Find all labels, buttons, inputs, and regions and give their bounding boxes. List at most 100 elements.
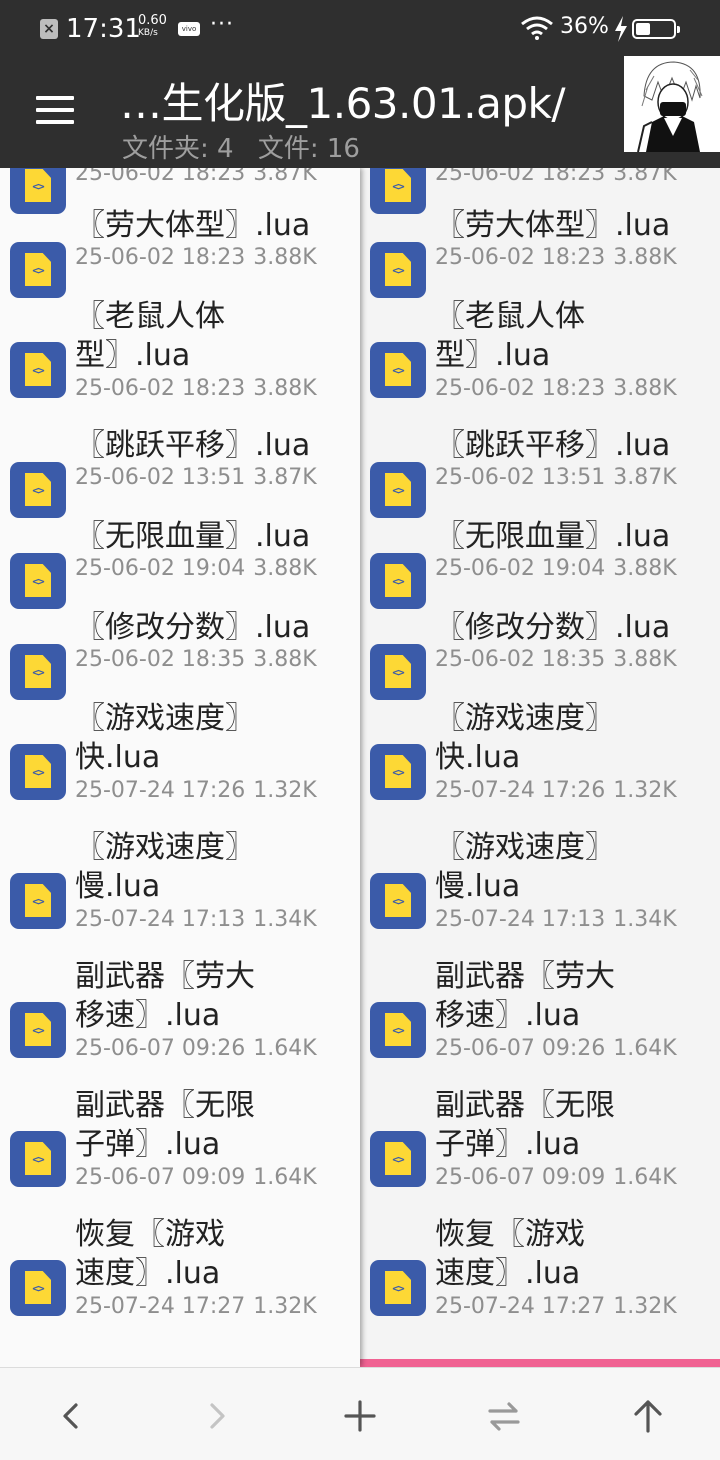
- lua-script-file-icon: <>: [370, 1002, 426, 1058]
- file-icon-glyph: <>: [392, 666, 404, 679]
- file-size: 1.32K: [253, 778, 317, 803]
- file-name: 〖老鼠人体 型〗.lua: [75, 299, 225, 373]
- avatar-image[interactable]: [624, 56, 720, 152]
- file-date: 25-07-24 17:13: [75, 907, 246, 932]
- lua-script-file-icon: <>: [10, 644, 66, 700]
- lua-script-file-icon: <>: [370, 873, 426, 929]
- active-pane-indicator: [360, 1359, 720, 1367]
- file-meta: 25-06-02 13:51 3.87K: [75, 465, 317, 490]
- file-meta: 25-06-02 18:23 3.88K: [435, 245, 677, 270]
- right-file-pane[interactable]: <> 〖恢复体型〗.lua 25-06-02 18:233.87K <> 〖劳大…: [360, 168, 720, 1367]
- parent-directory-icon[interactable]: [626, 1394, 670, 1438]
- file-size: 1.64K: [613, 1165, 677, 1190]
- file-meta: 25-06-02 18:23 3.88K: [435, 376, 677, 401]
- file-icon-glyph: <>: [392, 766, 404, 779]
- file-icon-glyph: <>: [392, 484, 404, 497]
- lua-script-file-icon: <>: [10, 553, 66, 609]
- swap-panes-icon[interactable]: [482, 1394, 526, 1438]
- carrier-badge: vivo: [178, 22, 200, 36]
- file-icon-glyph: <>: [392, 1282, 404, 1295]
- file-row[interactable]: <> 〖老鼠人体 型〗.lua 25-06-02 18:23 3.88K: [360, 295, 720, 424]
- file-row[interactable]: <> 〖游戏速度〗 慢.lua 25-07-24 17:13 1.34K: [0, 826, 360, 955]
- file-row[interactable]: <> 恢复〖游戏 速度〗.lua 25-07-24 17:27 1.32K: [360, 1213, 720, 1342]
- file-name: 〖无限血量〗.lua: [75, 519, 311, 554]
- file-icon-glyph: <>: [392, 575, 404, 588]
- file-date: 25-06-02 18:23: [435, 376, 606, 401]
- file-date: 25-06-02 13:51: [75, 465, 246, 490]
- file-row[interactable]: <> 〖恢复体型〗.lua 25-06-02 18:233.87K: [360, 168, 720, 214]
- status-time: 17:31: [66, 14, 141, 44]
- file-row[interactable]: <> 〖游戏速度〗 慢.lua 25-07-24 17:13 1.34K: [360, 826, 720, 955]
- file-row[interactable]: <> 〖跳跃平移〗.lua 25-06-02 13:51 3.87K: [360, 424, 720, 518]
- file-date: 25-07-24 17:26: [435, 778, 606, 803]
- battery-percent: 36%: [560, 14, 609, 39]
- lua-script-file-icon: <>: [10, 1260, 66, 1316]
- folder-file-count: 文件夹: 4 文件: 16: [122, 128, 376, 165]
- file-row[interactable]: <> 〖游戏速度〗 快.lua 25-07-24 17:26 1.32K: [0, 697, 360, 826]
- file-size: 3.88K: [253, 647, 317, 672]
- file-date: 25-07-24 17:27: [75, 1294, 246, 1319]
- file-row[interactable]: <> 〖老鼠人体 型〗.lua 25-06-02 18:23 3.88K: [0, 295, 360, 424]
- folder-count: 文件夹: 4: [122, 134, 234, 164]
- file-size: 1.32K: [613, 778, 677, 803]
- file-name: 〖游戏速度〗 慢.lua: [435, 830, 615, 904]
- lua-script-file-icon: <>: [370, 553, 426, 609]
- file-size: 3.88K: [613, 647, 677, 672]
- file-row[interactable]: <> 副武器〖劳大 移速〗.lua 25-06-07 09:26 1.64K: [360, 955, 720, 1084]
- file-size: 1.32K: [253, 1294, 317, 1319]
- file-row[interactable]: <> 〖跳跃平移〗.lua 25-06-02 13:51 3.87K: [0, 424, 360, 518]
- file-date: 25-06-02 19:04: [435, 556, 606, 581]
- file-name: 副武器〖无限 子弹〗.lua: [75, 1088, 255, 1162]
- file-size: 1.64K: [253, 1036, 317, 1061]
- file-size: 1.64K: [253, 1165, 317, 1190]
- file-row[interactable]: <> 〖修改分数〗.lua 25-06-02 18:35 3.88K: [0, 606, 360, 700]
- file-meta: 25-06-02 19:04 3.88K: [435, 556, 677, 581]
- network-speed: 0.60 KB/s: [138, 14, 174, 39]
- menu-icon[interactable]: [36, 96, 76, 126]
- file-icon-glyph: <>: [32, 1024, 44, 1037]
- file-row[interactable]: <> 〖无限血量〗.lua 25-06-02 19:04 3.88K: [360, 515, 720, 609]
- status-bar: × 17:31 0.60 KB/s vivo ··· 36%: [0, 0, 720, 56]
- file-row[interactable]: <> 副武器〖无限 子弹〗.lua 25-06-07 09:09 1.64K: [360, 1084, 720, 1213]
- file-row[interactable]: <> 恢复〖游戏 速度〗.lua 25-07-24 17:27 1.32K: [0, 1213, 360, 1342]
- back-icon[interactable]: [50, 1394, 94, 1438]
- file-row[interactable]: <> 〖劳大体型〗.lua 25-06-02 18:23 3.88K: [360, 204, 720, 298]
- file-icon-glyph: <>: [32, 1153, 44, 1166]
- file-row[interactable]: <> 〖修改分数〗.lua 25-06-02 18:35 3.88K: [360, 606, 720, 700]
- file-icon-glyph: <>: [32, 364, 44, 377]
- file-size: 3.88K: [253, 556, 317, 581]
- file-count: 文件: 16: [257, 134, 360, 164]
- file-row[interactable]: <> 〖劳大体型〗.lua 25-06-02 18:23 3.88K: [0, 204, 360, 298]
- file-row[interactable]: <> 副武器〖无限 子弹〗.lua 25-06-07 09:09 1.64K: [0, 1084, 360, 1213]
- add-icon[interactable]: [338, 1394, 382, 1438]
- file-date: 25-06-02 18:23: [435, 168, 606, 186]
- file-meta: 25-06-02 18:23 3.87K: [435, 168, 677, 186]
- file-name: 副武器〖无限 子弹〗.lua: [435, 1088, 615, 1162]
- lua-script-file-icon: <>: [370, 1260, 426, 1316]
- file-icon-glyph: <>: [392, 180, 404, 193]
- file-date: 25-06-02 18:23: [75, 168, 246, 186]
- file-date: 25-06-02 18:23: [435, 245, 606, 270]
- file-name: 〖劳大体型〗.lua: [435, 208, 671, 243]
- forward-icon[interactable]: [194, 1394, 238, 1438]
- file-size: 3.87K: [253, 168, 317, 186]
- file-row[interactable]: <> 〖恢复体型〗.lua 25-06-02 18:233.87K: [0, 168, 360, 214]
- lua-script-file-icon: <>: [370, 644, 426, 700]
- file-name: 〖跳跃平移〗.lua: [75, 428, 311, 463]
- file-icon-glyph: <>: [32, 264, 44, 277]
- file-icon-glyph: <>: [32, 766, 44, 779]
- file-name: 〖修改分数〗.lua: [435, 610, 671, 645]
- file-meta: 25-06-02 18:35 3.88K: [75, 647, 317, 672]
- file-size: 3.88K: [613, 376, 677, 401]
- wifi-icon: [521, 16, 553, 40]
- file-size: 3.88K: [253, 245, 317, 270]
- file-name: 〖跳跃平移〗.lua: [435, 428, 671, 463]
- file-row[interactable]: <> 〖游戏速度〗 快.lua 25-07-24 17:26 1.32K: [360, 697, 720, 826]
- file-name: 〖老鼠人体 型〗.lua: [435, 299, 585, 373]
- left-file-pane[interactable]: <> 〖恢复体型〗.lua 25-06-02 18:233.87K <> 〖劳大…: [0, 168, 360, 1367]
- file-row[interactable]: <> 副武器〖劳大 移速〗.lua 25-06-07 09:26 1.64K: [0, 955, 360, 1084]
- file-name: 恢复〖游戏 速度〗.lua: [75, 1217, 225, 1291]
- file-size: 3.87K: [253, 465, 317, 490]
- file-row[interactable]: <> 〖无限血量〗.lua 25-06-02 19:04 3.88K: [0, 515, 360, 609]
- more-notifications: ···: [210, 12, 234, 37]
